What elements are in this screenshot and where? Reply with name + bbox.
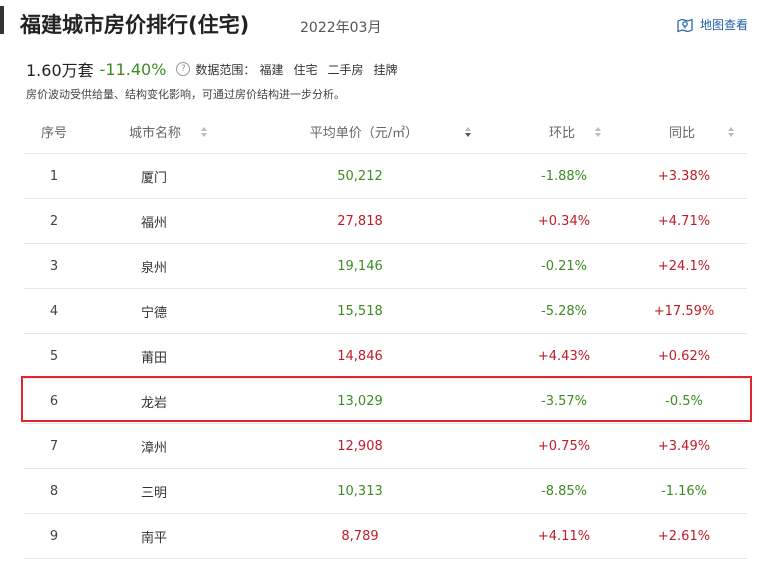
title-accent-bar	[0, 6, 4, 34]
row-city: 三明	[140, 485, 167, 501]
table-row[interactable]: 4 宁德 15,518 -5.28% +17.59%	[24, 289, 747, 334]
summary-bar: 1.60万套 -11.40% ? 数据范围： 福建 住宅 二手房 挂牌	[26, 57, 398, 81]
report-date: 2022年03月	[300, 20, 382, 36]
row-avg-price: 14,846	[337, 348, 383, 364]
range-tag-region: 福建	[259, 62, 284, 77]
row-city: 宁德	[140, 305, 167, 321]
row-rank: 4	[49, 303, 59, 319]
row-mom-change: +0.34%	[537, 213, 591, 229]
listing-count: 1.60万套	[26, 61, 94, 80]
row-avg-price: 12,908	[337, 438, 383, 454]
row-mom-change: -1.88%	[541, 168, 587, 184]
range-tag-type: 住宅	[293, 62, 318, 77]
column-header-rank: 序号	[40, 126, 67, 141]
row-avg-price: 10,313	[337, 483, 383, 499]
column-header-city: 城市名称	[128, 126, 181, 141]
column-header-avg-price: 平均单价（元/㎡）	[309, 126, 419, 141]
row-rank: 9	[49, 528, 59, 544]
listing-change: -11.40%	[99, 59, 167, 79]
row-rank: 5	[49, 348, 59, 364]
row-yoy-change: +3.38%	[657, 168, 711, 184]
row-city: 福州	[140, 215, 167, 231]
sort-price-icon[interactable]	[464, 110, 472, 153]
row-avg-price: 50,212	[337, 168, 383, 184]
row-mom-change: -8.85%	[541, 483, 587, 499]
row-mom-change: +0.75%	[537, 438, 591, 454]
row-city: 莆田	[140, 350, 167, 366]
row-mom-change: -5.28%	[541, 303, 587, 319]
range-tag-market: 二手房	[327, 62, 364, 77]
row-rank: 1	[49, 168, 59, 184]
sort-yoy-icon[interactable]	[727, 110, 735, 153]
row-avg-price: 13,029	[337, 393, 383, 409]
map-view-link[interactable]: 地图查看	[676, 16, 748, 33]
row-mom-change: +4.43%	[537, 348, 591, 364]
table-row[interactable]: 9 南平 8,789 +4.11% +2.61%	[24, 514, 747, 559]
city-price-table: 序号 城市名称 平均单价（元/㎡） 环比 同比 1 厦门 50,212 -1.88% +…	[24, 110, 747, 559]
row-avg-price: 8,789	[341, 528, 379, 544]
row-avg-price: 27,818	[337, 213, 383, 229]
page-title: 福建城市房价排行(住宅)	[20, 13, 250, 37]
row-rank: 8	[49, 483, 59, 499]
row-yoy-change: +4.71%	[657, 213, 711, 229]
row-rank: 6	[49, 393, 59, 409]
table-row[interactable]: 1 厦门 50,212 -1.88% +3.38%	[24, 154, 747, 199]
row-yoy-change: +3.49%	[657, 438, 711, 454]
row-yoy-change: +0.62%	[657, 348, 711, 364]
table-header-row: 序号 城市名称 平均单价（元/㎡） 环比 同比	[24, 110, 747, 154]
range-tag-source: 挂牌	[373, 62, 398, 77]
row-yoy-change: +24.1%	[657, 258, 711, 274]
table-row[interactable]: 5 莆田 14,846 +4.43% +0.62%	[24, 334, 747, 379]
row-mom-change: -0.21%	[541, 258, 587, 274]
map-pin-icon	[676, 17, 694, 33]
row-rank: 2	[49, 213, 59, 229]
row-city: 龙岩	[140, 395, 167, 411]
table-row[interactable]: 3 泉州 19,146 -0.21% +24.1%	[24, 244, 747, 289]
column-header-yoy: 同比	[668, 126, 695, 141]
row-mom-change: +4.11%	[537, 528, 591, 544]
row-rank: 3	[49, 258, 59, 274]
row-yoy-change: -0.5%	[665, 393, 703, 409]
table-row[interactable]: 2 福州 27,818 +0.34% +4.71%	[24, 199, 747, 244]
analysis-note: 房价波动受供给量、结构变化影响，可通过房价结构进一步分析。	[26, 88, 345, 101]
map-view-label: 地图查看	[700, 18, 749, 32]
table-body: 1 厦门 50,212 -1.88% +3.38% 2 福州 27,818 +0.34% +4.7…	[24, 154, 747, 559]
row-yoy-change: -1.16%	[661, 483, 707, 499]
row-yoy-change: +17.59%	[653, 303, 715, 319]
sort-city-icon[interactable]	[200, 110, 208, 153]
sort-mom-icon[interactable]	[594, 110, 602, 153]
row-city: 泉州	[140, 260, 167, 276]
table-row[interactable]: 7 漳州 12,908 +0.75% +3.49%	[24, 424, 747, 469]
table-row[interactable]: 6 龙岩 13,029 -3.57% -0.5%	[24, 379, 747, 424]
row-rank: 7	[49, 438, 59, 454]
row-yoy-change: +2.61%	[657, 528, 711, 544]
data-range-label: 数据范围：	[195, 62, 256, 77]
column-header-mom: 环比	[548, 126, 575, 141]
row-mom-change: -3.57%	[541, 393, 587, 409]
help-icon[interactable]: ?	[176, 62, 191, 76]
row-avg-price: 19,146	[337, 258, 383, 274]
row-city: 南平	[140, 530, 167, 546]
row-city: 厦门	[140, 170, 167, 186]
row-avg-price: 15,518	[337, 303, 383, 319]
row-city: 漳州	[140, 440, 167, 456]
table-row[interactable]: 8 三明 10,313 -8.85% -1.16%	[24, 469, 747, 514]
